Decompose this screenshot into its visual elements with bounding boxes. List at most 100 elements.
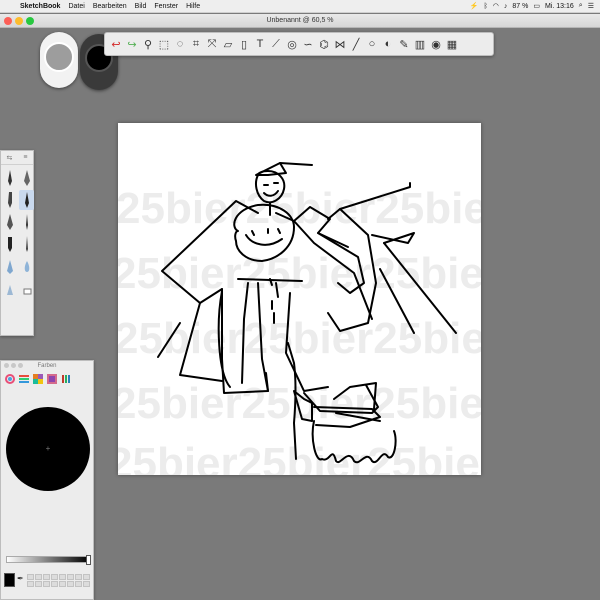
copic-icon[interactable]: ✎ [397,36,411,52]
status-area: ⚡ ᛒ ◠ ♪ 87 % ▭ Mi. 13:16 ⌕ ☰ [470,2,600,10]
minimize-button[interactable] [15,17,23,25]
menu-app-name[interactable]: SketchBook [16,3,64,10]
brush-airbrush[interactable] [2,212,17,232]
swatch-slot[interactable] [43,573,50,580]
swatch-slot[interactable] [27,573,34,580]
select-icon[interactable]: ⬚ [157,36,171,52]
brush-blue-tip[interactable] [2,256,17,276]
color-sliders-tab-icon[interactable] [19,374,29,384]
french-curve-icon[interactable]: ∽ [301,36,315,52]
brush-pencil[interactable] [2,168,17,188]
brush-size-indicator[interactable] [44,42,74,72]
menu-icon[interactable]: ≡ [23,154,27,161]
layers-icon[interactable]: ▦ [445,36,459,52]
image-palettes-tab-icon[interactable] [47,374,57,384]
menu-fenster[interactable]: Fenster [150,3,182,10]
fill-icon[interactable]: ◐ [381,36,395,52]
toolbar: ↩ ↪ ⚲ ⬚ ◌ ⌗ ⤧ ▱ ▯ T ⟋ ◎ ∽ ⌬ ⋈ ╱ ○ ◐ ✎ ▥ … [104,32,494,56]
watermark-row-5: 25bier25bier25bier25bier [118,439,481,475]
distort-icon[interactable]: ▱ [221,36,235,52]
transform-icon[interactable]: ⤧ [205,36,219,52]
menu-bild[interactable]: Bild [131,3,151,10]
clock[interactable]: Mi. 13:16 [545,3,574,10]
text-icon[interactable]: T [253,36,267,52]
crop-icon[interactable]: ⌗ [189,36,203,52]
line-icon[interactable]: ╱ [349,36,363,52]
menu-datei[interactable]: Datei [64,3,88,10]
window-title: Unbenannt @ 60,5 % [266,17,334,24]
swatch-slot[interactable] [75,573,82,580]
volume-icon[interactable]: ♪ [504,3,508,10]
swatch-slot[interactable] [59,573,66,580]
brush-paint[interactable] [19,212,34,232]
symmetry-x-icon[interactable]: ⋈ [333,36,347,52]
color-wheel-tab-icon[interactable] [5,374,15,384]
brush-ballpoint[interactable] [19,168,34,188]
swatch-slot[interactable] [67,580,74,587]
brush-eraser[interactable] [19,278,34,298]
color-panel-tabs [1,371,93,387]
battery-percent[interactable]: 87 % [512,3,528,10]
swatch-slot[interactable] [83,573,90,580]
brush-inking-selected[interactable] [19,190,34,210]
swap-icon[interactable]: ⇆ [7,154,13,162]
battery-icon[interactable]: ▭ [533,2,540,10]
watermark-row-4: 25bier25bier25bier25bier [118,379,481,428]
menu-bar: SketchBook Datei Bearbeiten Bild Fenster… [0,0,600,13]
color-panel-zoom-button[interactable] [18,363,23,368]
brush-library-icon[interactable]: ▥ [413,36,427,52]
swatch-slot[interactable] [51,580,58,587]
drawing-canvas[interactable]: 25bier25bier25bier25bier 25bier25bier25b… [118,123,481,475]
swatch-slot[interactable] [83,580,90,587]
notification-center-icon[interactable]: ☰ [588,2,594,10]
search-icon[interactable]: ⌕ [579,2,583,10]
menu-bearbeiten[interactable]: Bearbeiten [89,3,131,10]
brush-fine[interactable] [19,234,34,254]
brush-marker[interactable] [2,190,17,210]
symmetry-icon[interactable]: ▯ [237,36,251,52]
bolt-icon[interactable]: ⚡ [470,2,479,10]
color-panel-titlebar: Farben [1,361,93,371]
lasso-select-icon[interactable]: ◌ [173,36,187,52]
swatch-slot[interactable] [59,580,66,587]
custom-swatch-grid [27,573,90,587]
zoom-icon[interactable]: ⚲ [141,36,155,52]
color-wheel-icon[interactable]: ◉ [429,36,443,52]
perspective-icon[interactable]: ⌬ [317,36,331,52]
brush-chisel[interactable] [2,234,17,254]
color-panel-minimize-button[interactable] [11,363,16,368]
swatch-slot[interactable] [35,580,42,587]
swatch-slot[interactable] [67,573,74,580]
color-panel-controls [4,363,23,368]
brush-puck[interactable] [40,32,78,88]
brightness-slider[interactable] [6,555,91,565]
swatch-slot[interactable] [43,580,50,587]
brush-grid [1,165,34,301]
close-button[interactable] [4,17,12,25]
shape-oval-icon[interactable]: ○ [365,36,379,52]
ruler-icon[interactable]: ⟋ [269,36,283,52]
undo-icon[interactable]: ↩ [109,36,123,52]
ellipse-icon[interactable]: ◎ [285,36,299,52]
crayons-tab-icon[interactable] [61,374,71,384]
current-color-swatch[interactable] [4,573,15,587]
redo-icon[interactable]: ↪ [125,36,139,52]
brush-water-drop[interactable] [19,256,34,276]
swatch-slot[interactable] [51,573,58,580]
swatch-slot[interactable] [75,580,82,587]
swatch-slot[interactable] [27,580,34,587]
color-palettes-tab-icon[interactable] [33,374,43,384]
swatch-slot[interactable] [35,573,42,580]
wifi-icon[interactable]: ◠ [493,2,499,10]
color-panel: Farben + ✒ [0,360,94,600]
eyedropper-icon[interactable]: ✒ [17,574,25,586]
brush-smear[interactable] [2,278,17,298]
swatch-row: ✒ [4,573,90,587]
bluetooth-icon[interactable]: ᛒ [484,3,488,10]
zoom-button[interactable] [26,17,34,25]
color-wheel[interactable]: + [6,407,90,491]
color-panel-close-button[interactable] [4,363,9,368]
menu-hilfe[interactable]: Hilfe [182,3,204,10]
brightness-slider-knob[interactable] [86,555,91,565]
color-picker-crosshair-icon[interactable]: + [44,445,52,453]
